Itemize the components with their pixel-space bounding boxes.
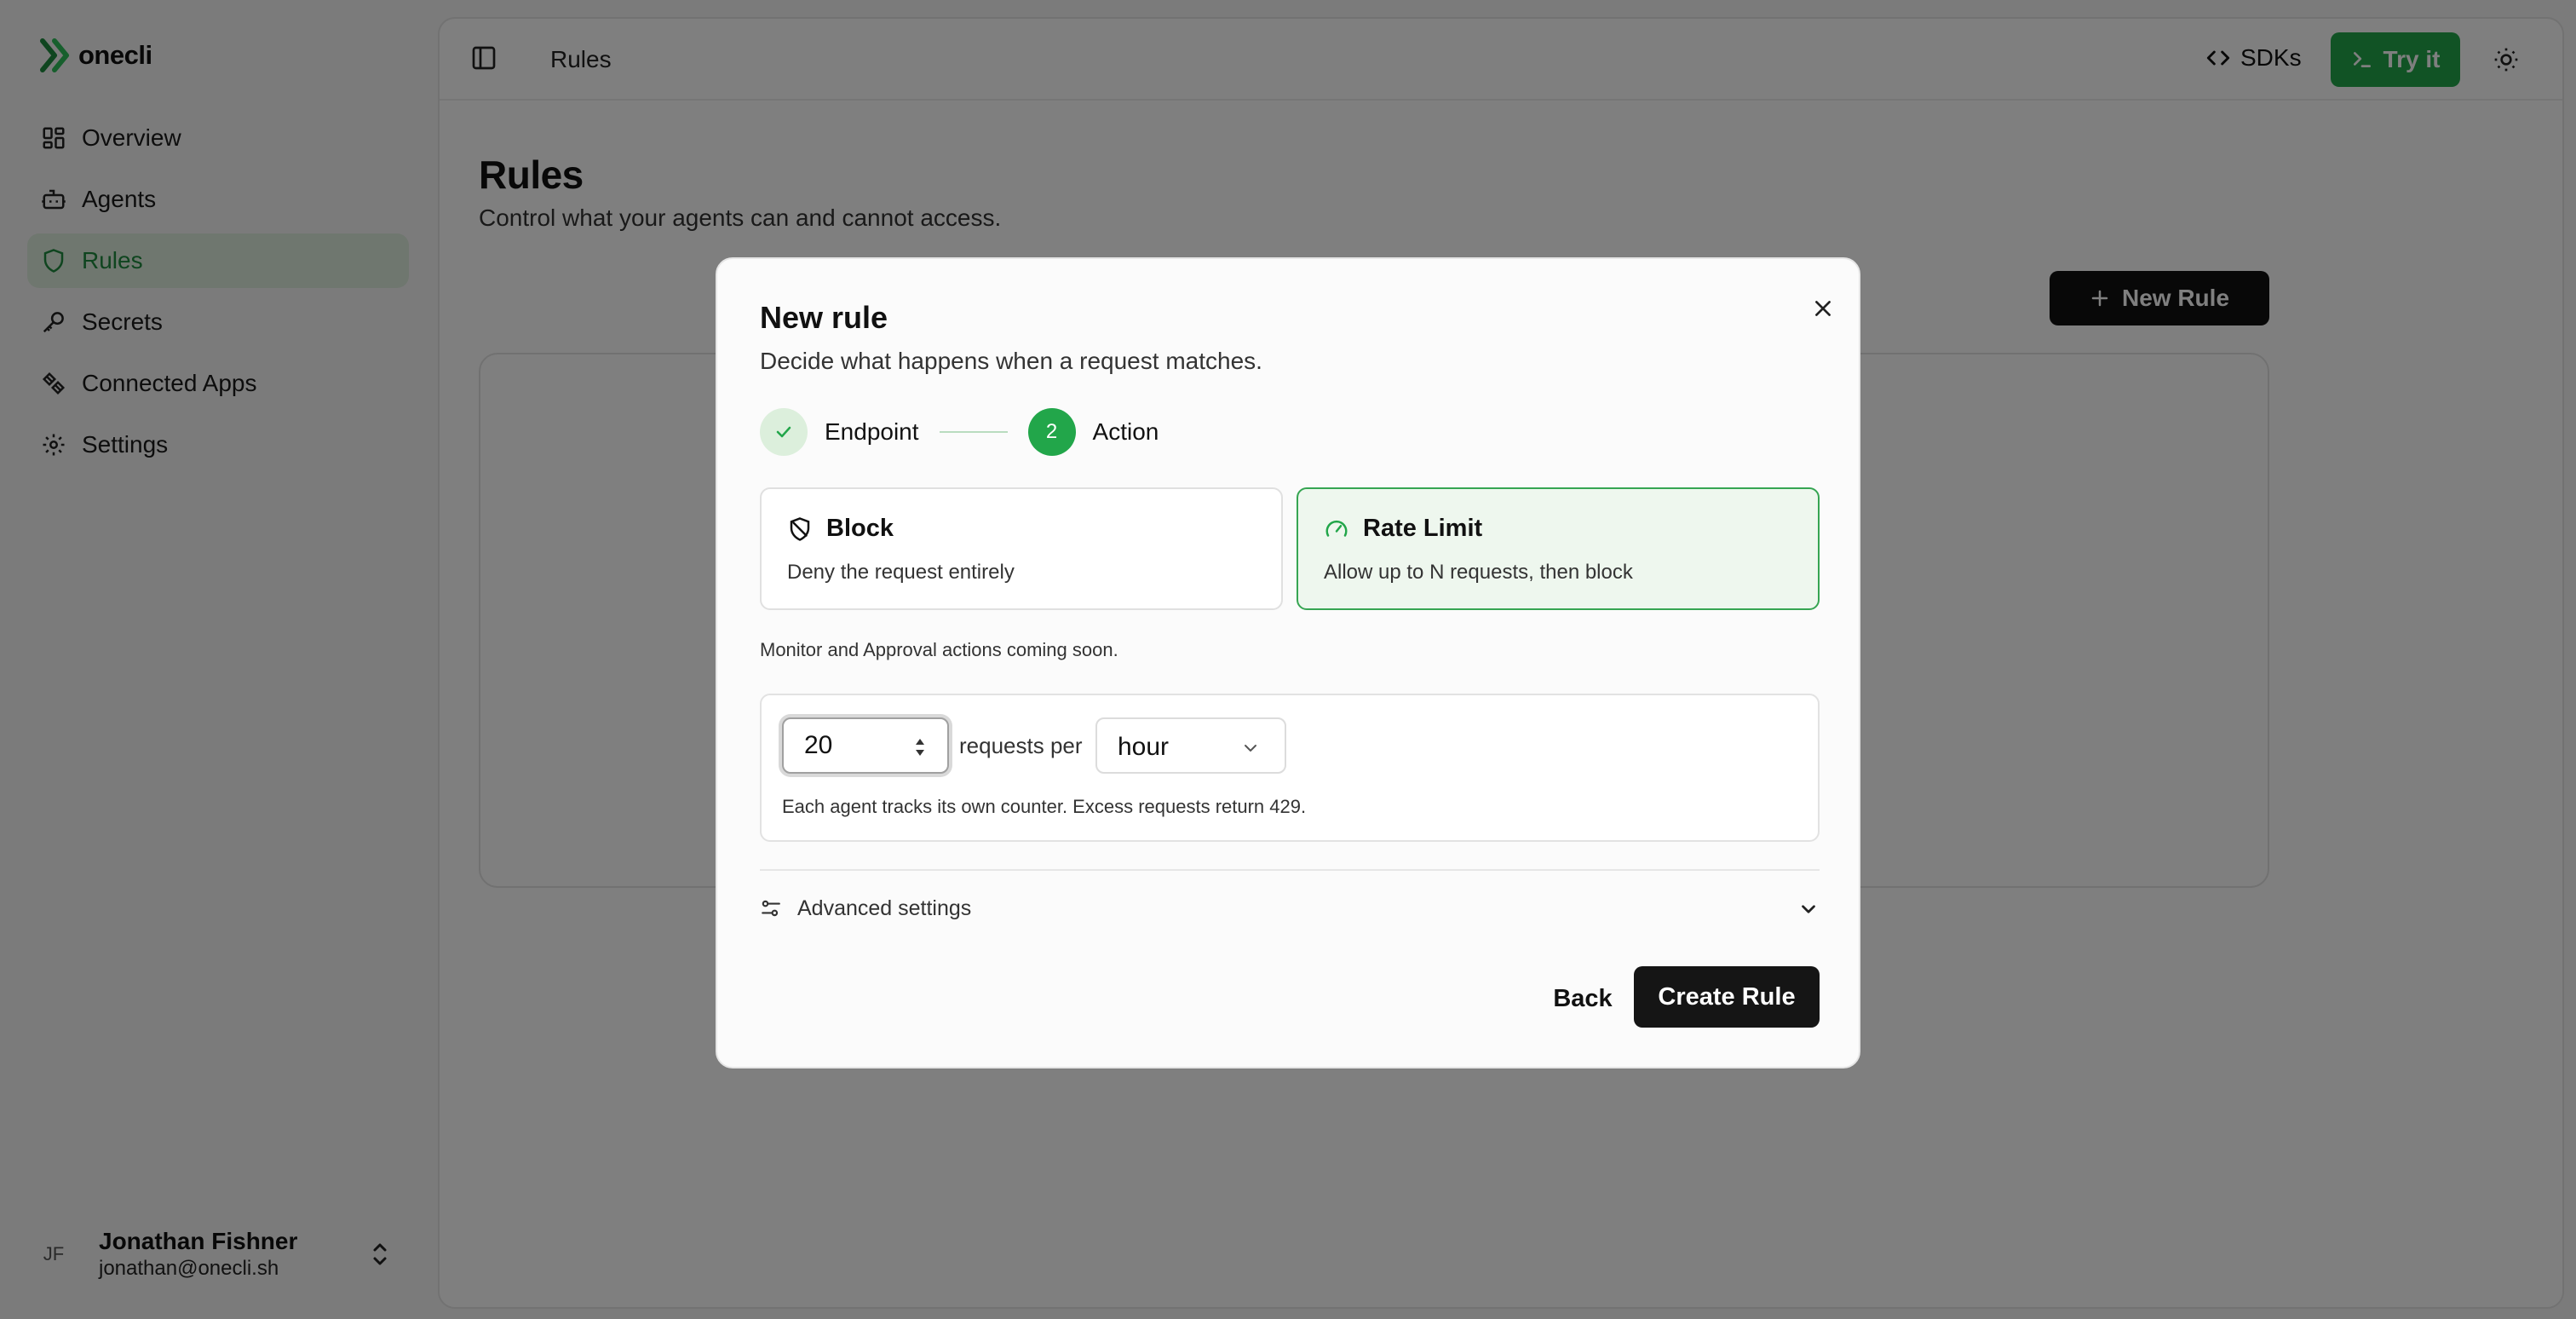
sliders-icon (762, 900, 780, 917)
rate-limit-note: Each agent tracks its own counter. Exces… (782, 796, 1307, 817)
period-select[interactable]: hour (1095, 717, 1286, 774)
shield-off-icon (790, 516, 810, 541)
chevron-down-icon (1245, 745, 1256, 752)
request-count-input[interactable]: 20 (782, 717, 949, 774)
create-rule-button[interactable]: Create Rule (1634, 966, 1820, 1028)
gauge-icon (1325, 520, 1348, 537)
action-option-block[interactable]: Block Deny the request entirely (760, 487, 1283, 610)
action-option-rate-limit[interactable]: Rate Limit Allow up to N requests, then … (1297, 487, 1820, 610)
chevron-down-icon (1802, 905, 1815, 913)
step-action-indicator: 2 (1027, 408, 1076, 456)
option-description: Deny the request entirely (787, 561, 1015, 584)
back-button[interactable]: Back (1532, 968, 1634, 1029)
stepper-arrows-icon[interactable] (913, 734, 927, 760)
requests-per-label: requests per (959, 733, 1083, 758)
close-button[interactable] (1806, 291, 1840, 325)
close-icon (1815, 301, 1831, 316)
option-title: Block (826, 515, 894, 542)
check-icon (776, 426, 791, 438)
dialog-subtitle: Decide what happens when a request match… (760, 348, 1262, 374)
option-description: Allow up to N requests, then block (1324, 561, 1633, 584)
step-connector (939, 431, 1008, 433)
step-endpoint-indicator (760, 408, 808, 456)
dialog-title: New rule (760, 300, 888, 335)
divider (760, 869, 1820, 871)
advanced-settings-label: Advanced settings (797, 896, 972, 920)
stepper-progress: Endpoint 2 Action (760, 407, 1159, 457)
new-rule-dialog: New rule Decide what happens when a requ… (716, 257, 1860, 1068)
step-endpoint-label: Endpoint (825, 418, 919, 445)
request-count-value: 20 (804, 731, 833, 759)
advanced-settings-toggle[interactable]: Advanced settings (760, 891, 1820, 925)
period-value: hour (1118, 733, 1170, 761)
option-title: Rate Limit (1363, 515, 1483, 542)
coming-soon-note: Monitor and Approval actions coming soon… (760, 639, 1118, 660)
step-action-label: Action (1092, 418, 1159, 445)
rate-limit-config: 20 requests per hour Each agent tracks i… (760, 694, 1820, 842)
